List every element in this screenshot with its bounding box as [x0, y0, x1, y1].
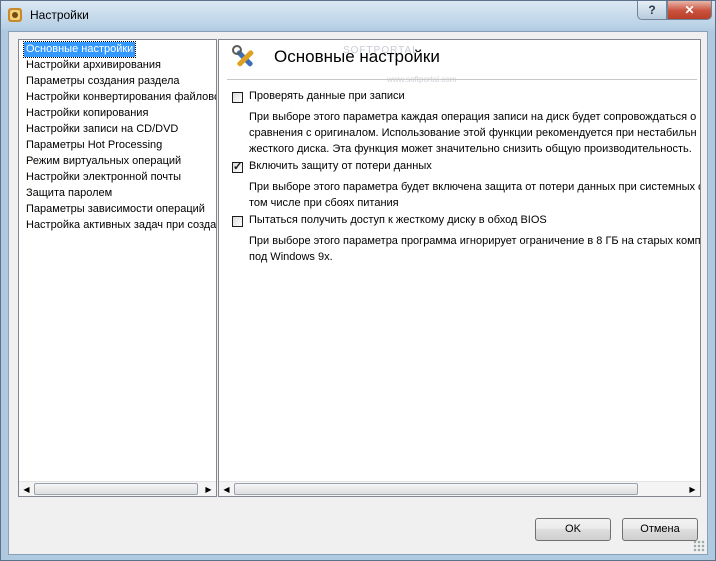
nav-item-basic-settings[interactable]: Основные настройки: [22, 41, 137, 58]
panel-scroll-thumb[interactable]: [234, 483, 638, 495]
nav-item-virtual-operations[interactable]: Режим виртуальных операций: [24, 154, 183, 169]
nav-item-active-tasks[interactable]: Настройка активных задач при созда: [24, 218, 216, 233]
scroll-left-icon[interactable]: ◀: [19, 482, 34, 496]
bypass-bios-description-line-2: под Windows 9x.: [249, 251, 333, 263]
window-title: Настройки: [30, 8, 89, 22]
cancel-button[interactable]: Отмена: [622, 518, 698, 541]
scroll-thumb[interactable]: [34, 483, 198, 495]
bypass-bios-label[interactable]: Пытаться получить доступ к жесткому диск…: [249, 214, 547, 226]
close-button[interactable]: ✕: [667, 1, 712, 20]
data-loss-protection-description-line-1: При выборе этого параметра будет включен…: [249, 181, 701, 193]
data-loss-protection-checkbox[interactable]: ✓: [232, 161, 243, 173]
nav-item-copying[interactable]: Настройки копирования: [24, 106, 150, 121]
settings-panel: SOFTPORTAL www.softportal.com Основные н…: [218, 39, 701, 497]
scroll-right-icon[interactable]: ▶: [201, 482, 216, 496]
verify-data-description-line-3: жесткого диска. Эта функция может значит…: [249, 143, 692, 155]
verify-data-checkbox[interactable]: [232, 92, 243, 103]
dialog-client-area: Основные настройки Настройки архивирован…: [8, 31, 708, 555]
settings-dialog: Настройки ? ✕ Основные настройки Настрой…: [0, 0, 716, 561]
nav-item-operation-dependencies[interactable]: Параметры зависимости операций: [24, 202, 207, 217]
nav-item-email-settings[interactable]: Настройки электронной почты: [24, 170, 183, 185]
close-icon: ✕: [684, 3, 695, 17]
nav-item-cd-dvd-burning[interactable]: Настройки записи на CD/DVD: [24, 122, 180, 137]
nav-item-archiving[interactable]: Настройки архивирования: [24, 58, 163, 73]
panel-title: Основные настройки: [274, 47, 440, 66]
settings-category-list[interactable]: Основные настройки Настройки архивирован…: [18, 39, 217, 497]
verify-data-label[interactable]: Проверять данные при записи: [249, 90, 405, 102]
ok-button[interactable]: OK: [535, 518, 611, 541]
title-bar[interactable]: Настройки ? ✕: [1, 1, 715, 31]
nav-item-hot-processing[interactable]: Параметры Hot Processing: [24, 138, 164, 153]
verify-data-description-line-2: сравнения с оригиналом. Использование эт…: [249, 127, 697, 139]
panel-scroll-right-icon[interactable]: ▶: [685, 482, 700, 496]
verify-data-description-line-1: При выборе этого параметра каждая операц…: [249, 111, 697, 123]
nav-item-password-protection[interactable]: Защита паролем: [24, 186, 114, 201]
panel-scroll-left-icon[interactable]: ◀: [219, 482, 234, 496]
tools-icon: [232, 45, 254, 67]
help-button[interactable]: ?: [637, 1, 667, 20]
nav-item-file-conversion[interactable]: Настройки конвертирования файловс: [24, 90, 216, 105]
bypass-bios-checkbox[interactable]: [232, 216, 243, 227]
nav-horizontal-scrollbar[interactable]: ◀ ▶: [19, 481, 216, 496]
app-icon: [8, 8, 22, 22]
bypass-bios-description-line-1: При выборе этого параметра программа игн…: [249, 235, 701, 247]
data-loss-protection-description-line-2: том числе при сбоях питания: [249, 197, 399, 209]
resize-grip-icon[interactable]: [693, 540, 705, 552]
nav-item-partition-creation[interactable]: Параметры создания раздела: [24, 74, 182, 89]
data-loss-protection-label[interactable]: Включить защиту от потери данных: [249, 160, 432, 172]
checkmark-icon: ✓: [233, 161, 243, 173]
panel-horizontal-scrollbar[interactable]: ◀ ▶: [219, 481, 700, 496]
header-divider: [227, 79, 697, 80]
